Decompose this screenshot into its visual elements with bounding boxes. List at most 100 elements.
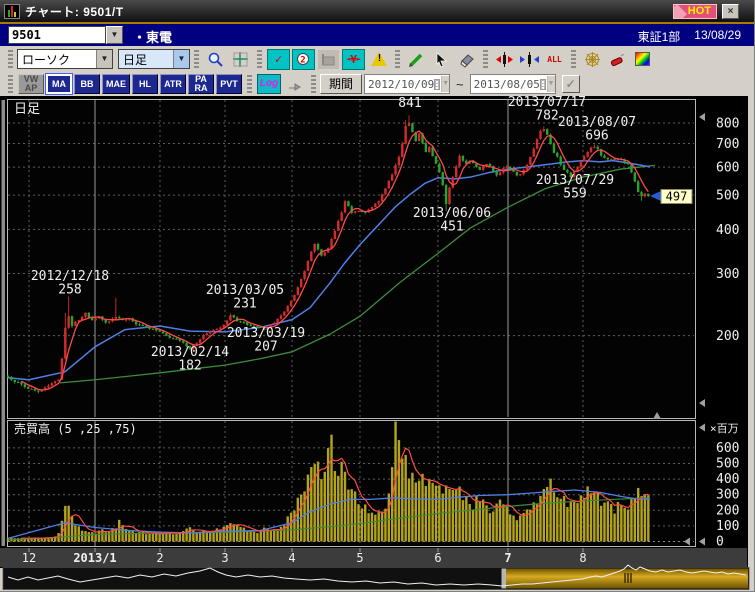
palette-icon[interactable] [631, 49, 654, 70]
timeframe-value: 日足 [119, 51, 173, 68]
dynamite-icon[interactable] [606, 49, 629, 70]
svg-text:2: 2 [300, 55, 305, 65]
quote-date-label: 13/08/29 [694, 28, 741, 45]
price-panel-title: 日足 [14, 102, 40, 117]
timeframe-combobox[interactable]: 日足 ▼ [118, 49, 190, 69]
date-from-value: 2012/10/09 [365, 78, 434, 91]
toolbar-grip[interactable] [8, 75, 13, 93]
pvt-button[interactable]: PVT [216, 74, 242, 94]
toolbar-grip[interactable] [571, 50, 576, 68]
chart-type-combobox[interactable]: ローソク ▼ [17, 49, 113, 69]
calendar-icon[interactable] [434, 79, 440, 90]
toolbar-indicators: VW AP MA BB MAE HL ATR PA RA PVT Log 期間 … [0, 72, 755, 96]
price-check-icon[interactable]: ✓ [267, 49, 290, 70]
price-tick-label: 700 [716, 137, 739, 152]
annotation-label: 258 [58, 283, 81, 298]
bb-button[interactable]: BB [74, 74, 100, 94]
main-chart[interactable]: 日足売買高 (5 ,25 ,75)2012/12/182582013/02/14… [0, 96, 755, 592]
candle-expand-icon[interactable] [493, 49, 516, 70]
stock-name-label: 東電 [146, 30, 172, 45]
cursor-icon[interactable] [430, 49, 453, 70]
zoom-two-icon[interactable]: 2 [292, 49, 315, 70]
annotation-label: 841 [398, 96, 421, 111]
x-tick-label: 4 [288, 551, 295, 565]
chevron-down-icon[interactable]: ▼ [547, 76, 555, 92]
window-title: チャート: 9501/T [25, 3, 124, 20]
quote-bar: ▼ ・東電 東証1部 13/08/29 [0, 24, 755, 46]
period-tilde: ~ [456, 77, 464, 92]
market-info: 東証1部 13/08/29 [638, 28, 741, 45]
search-icon[interactable] [204, 49, 227, 70]
calendar-icon[interactable] [540, 79, 546, 90]
chart-tool-icon[interactable] [317, 49, 340, 70]
volume-tick-label: 300 [716, 488, 739, 503]
price-panel-frame [8, 100, 696, 419]
toolbar-grip[interactable] [395, 50, 400, 68]
hot-badge[interactable]: HOT [673, 4, 717, 19]
volume-tick-label: 400 [716, 472, 739, 487]
volume-tick-label: 500 [716, 457, 739, 472]
para-button[interactable]: PA RA [188, 74, 214, 94]
price-tick-label: 500 [716, 189, 739, 204]
all-label: ALL [547, 55, 561, 64]
pencil-icon[interactable] [405, 49, 428, 70]
period-button[interactable]: 期間 [320, 74, 362, 94]
grid-icon[interactable] [229, 49, 252, 70]
volume-tick-label: 200 [716, 503, 739, 518]
redo-arrow-icon[interactable] [283, 74, 306, 95]
chevron-down-icon[interactable]: ▼ [173, 50, 189, 68]
toolbar-grip[interactable] [483, 50, 488, 68]
annotation-label: 696 [585, 129, 608, 144]
x-tick-label: 5 [356, 551, 363, 565]
volume-unit-label: ×百万 [710, 422, 739, 435]
date-to-field[interactable]: 2013/08/05 ▼ [470, 74, 556, 94]
x-tick-label: 6 [434, 551, 441, 565]
x-tick-label: 8 [579, 551, 586, 565]
volume-tick-label: 100 [716, 519, 739, 534]
annotation-label: 207 [254, 340, 277, 355]
annotation-label: 451 [440, 220, 463, 235]
title-bar[interactable]: チャート: 9501/T HOT × [0, 0, 755, 22]
chart-window: チャート: 9501/T HOT × ▼ ・東電 東証1部 13/08/29 ロ… [0, 0, 755, 592]
stock-bullet: ・ [133, 30, 146, 45]
x-tick-label: 7 [504, 551, 511, 565]
toolbar-grip[interactable] [247, 75, 252, 93]
ticker-dropdown-icon[interactable]: ▼ [106, 26, 123, 44]
yen-width-icon[interactable]: ◄¥► [342, 49, 365, 70]
date-from-field[interactable]: 2012/10/09 ▼ [364, 74, 450, 94]
toolbar-grip[interactable] [311, 75, 316, 93]
current-price-value: 497 [666, 190, 688, 204]
toolbar-grip[interactable] [194, 50, 199, 68]
annotation-label: 182 [178, 359, 201, 374]
chevron-down-icon[interactable]: ▼ [96, 50, 112, 68]
hl-button[interactable]: HL [132, 74, 158, 94]
web-icon[interactable] [581, 49, 604, 70]
vwap-button[interactable]: VW AP [18, 74, 44, 94]
volume-panel-title: 売買高 (5 ,25 ,75) [14, 421, 137, 436]
toolbar-grip[interactable] [257, 50, 262, 68]
apply-period-check-icon[interactable]: ✓ [562, 75, 580, 93]
mae-button[interactable]: MAE [102, 74, 130, 94]
volume-tick-label: 600 [716, 441, 739, 456]
x-tick-label: 2013/1 [73, 551, 116, 565]
warning-icon[interactable] [367, 49, 390, 70]
chevron-down-icon[interactable]: ▼ [441, 76, 449, 92]
close-icon[interactable]: × [722, 4, 739, 19]
chart-type-value: ローソク [18, 51, 96, 68]
ticker-code-input[interactable] [8, 26, 106, 44]
stock-name: ・東電 [133, 27, 172, 46]
annotation-label: 559 [563, 187, 586, 202]
ma-button[interactable]: MA [46, 74, 72, 94]
toolbar-grip[interactable] [8, 50, 13, 68]
all-bars-icon[interactable]: ALL [543, 49, 566, 70]
atr-button[interactable]: ATR [160, 74, 186, 94]
eraser-icon[interactable] [455, 49, 478, 70]
vwap-line2: AP [25, 84, 38, 93]
price-tick-label: 200 [716, 329, 739, 344]
x-tick-label: 12 [22, 551, 36, 565]
candle-shrink-icon[interactable] [518, 49, 541, 70]
app-chart-icon [4, 4, 20, 19]
volume-tick-label: 0 [716, 535, 724, 550]
log-scale-button[interactable]: Log [257, 74, 281, 94]
date-to-value: 2013/08/05 [471, 78, 540, 91]
